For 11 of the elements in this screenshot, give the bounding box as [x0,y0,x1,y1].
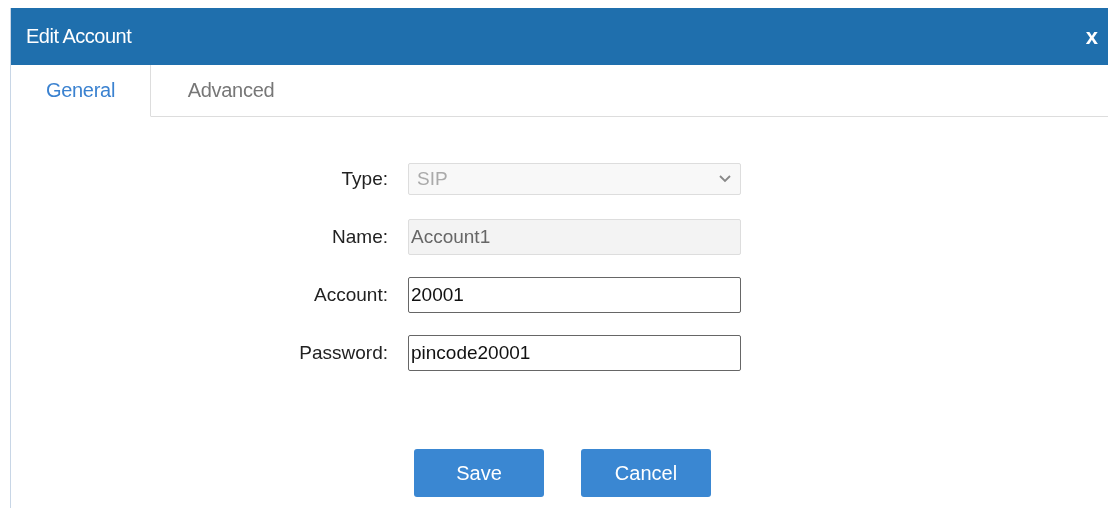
field-label: Name: [331,226,389,248]
input-field[interactable]: 20001 [408,277,741,313]
field-label: Password: [298,342,389,364]
window-title: Edit Account [26,25,132,48]
field-label: Account: [313,284,389,306]
chevron-down-icon [718,174,732,184]
close-button[interactable]: x [1075,23,1108,50]
save-button[interactable]: Save [414,449,544,497]
field-label: Type: [340,168,389,190]
cancel-button[interactable]: Cancel [581,449,711,497]
input-field[interactable]: pincode20001 [408,335,741,371]
